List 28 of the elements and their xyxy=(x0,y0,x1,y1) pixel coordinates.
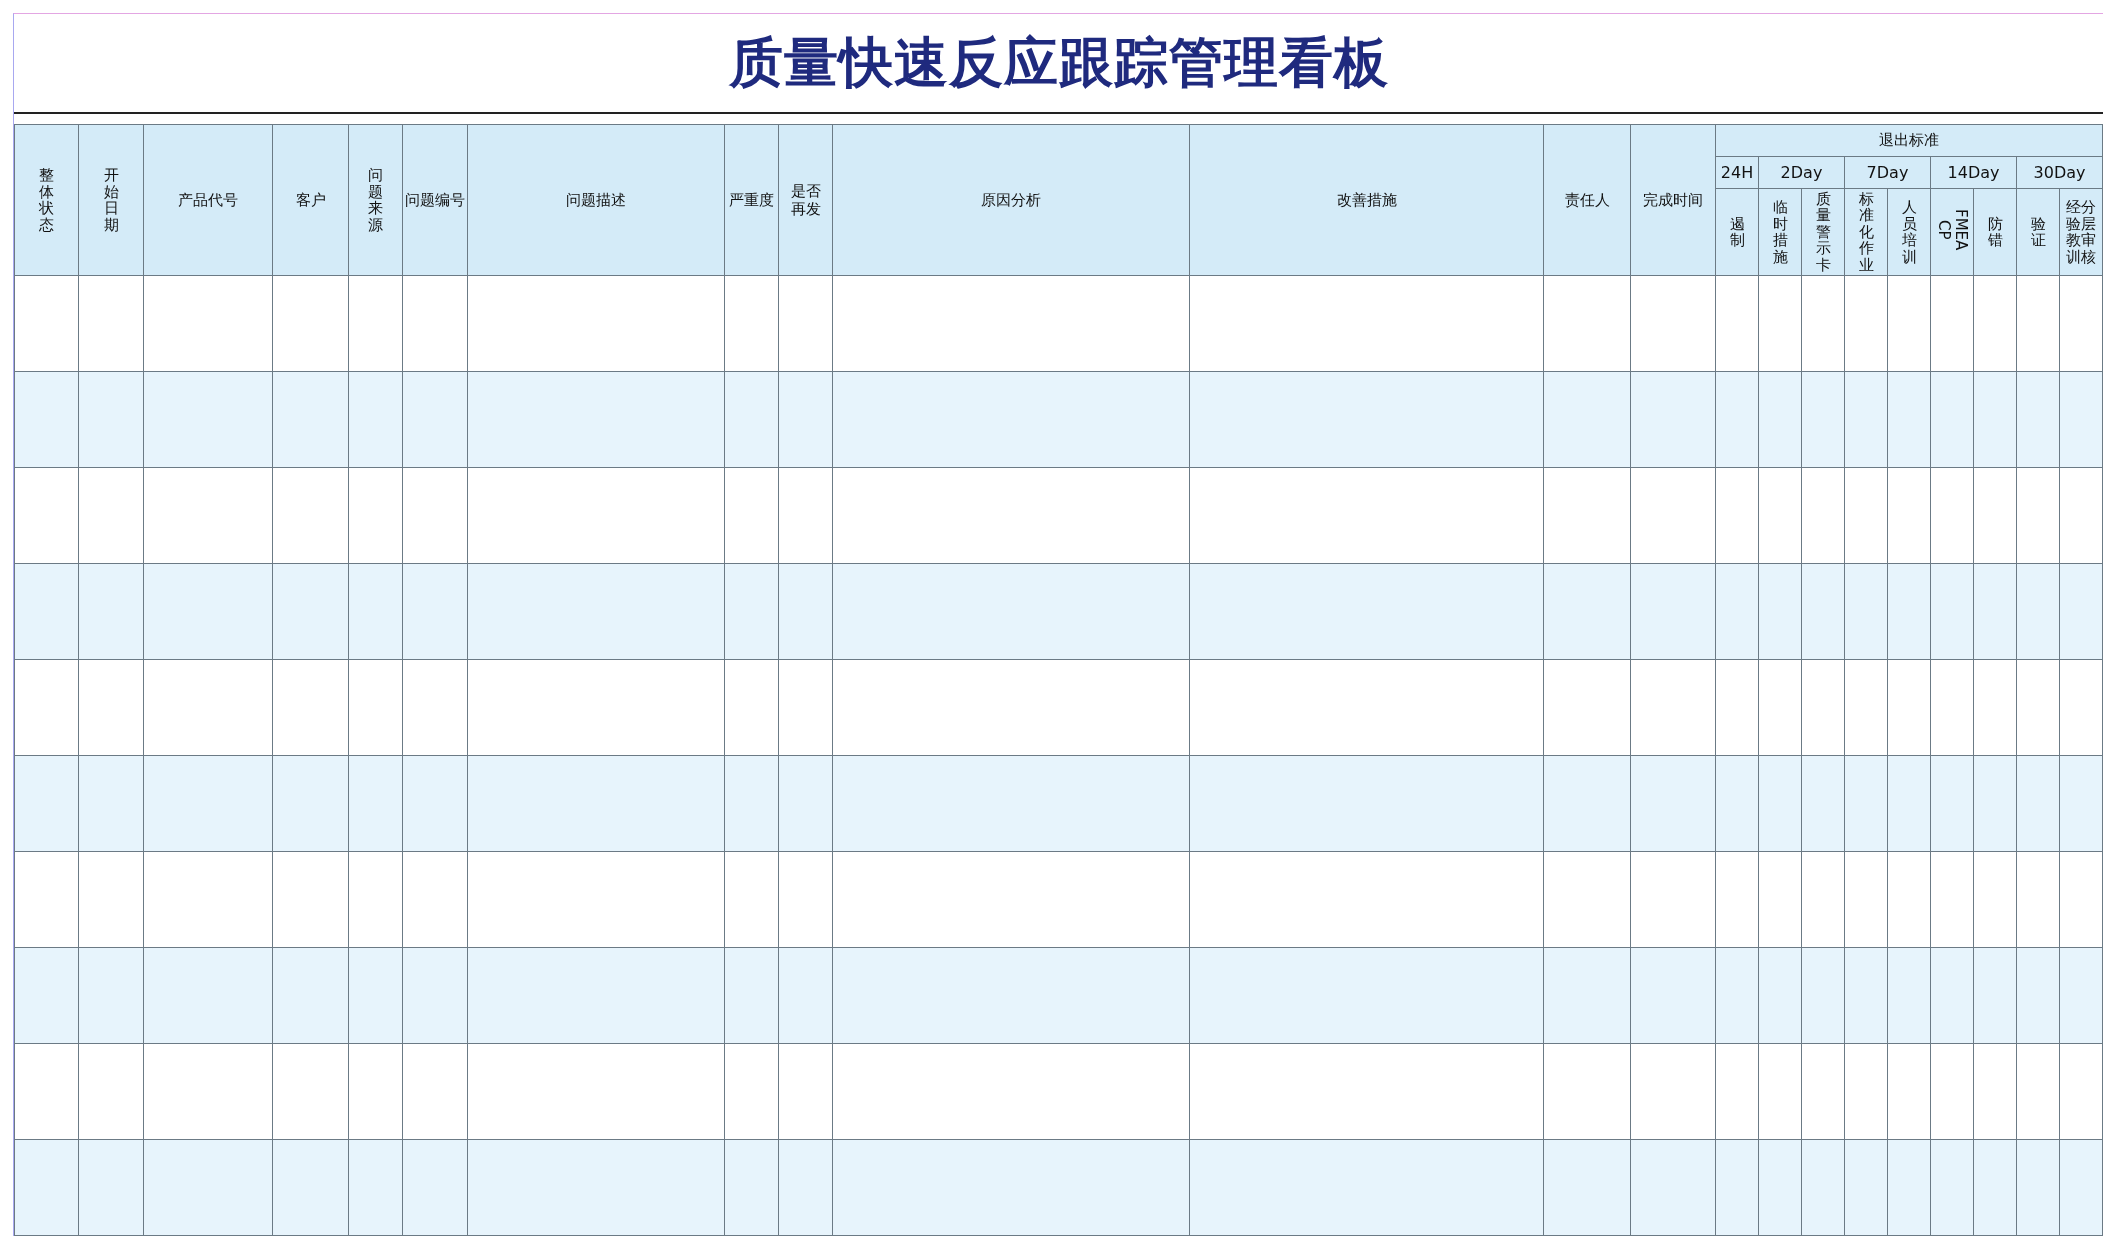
column-header: 客户 xyxy=(272,124,349,276)
board-title: 质量快速反应跟踪管理看板 xyxy=(728,29,1389,96)
column-header: 原因分析 xyxy=(832,124,1190,276)
column-header: 问题描述 xyxy=(467,124,725,276)
column-header: 验证 xyxy=(2016,188,2060,276)
column-header: 临时措施 xyxy=(1758,188,1802,276)
column-header: 严重度 xyxy=(724,124,779,276)
column-header: 人员培训 xyxy=(1887,188,1931,276)
column-header: 7Day xyxy=(1844,156,1931,189)
column-header: 是否 再发 xyxy=(778,124,833,276)
column-header: 整体状态 xyxy=(14,124,79,276)
column-header: 14Day xyxy=(1930,156,2017,189)
column-header: FMEA CP xyxy=(1930,188,1974,276)
column-header: 开始日期 xyxy=(78,124,144,276)
column-header: 防错 xyxy=(1973,188,2017,276)
column-header: 标准化作业 xyxy=(1844,188,1888,276)
column-header: 30Day xyxy=(2016,156,2103,189)
column-header: 问题来源 xyxy=(348,124,403,276)
column-header: 退出标准 xyxy=(1715,124,2103,157)
column-header: 2Day xyxy=(1758,156,1845,189)
column-header: 责任人 xyxy=(1543,124,1631,276)
column-header: 问题编号 xyxy=(402,124,468,276)
column-header: 产品代号 xyxy=(143,124,273,276)
column-header: 经验教训 分层审核 xyxy=(2059,188,2103,276)
column-header: 质量警示卡 xyxy=(1801,188,1845,276)
column-header: 改善措施 xyxy=(1189,124,1544,276)
column-header: 遏制 xyxy=(1715,188,1759,276)
column-header: 完成时间 xyxy=(1630,124,1716,276)
